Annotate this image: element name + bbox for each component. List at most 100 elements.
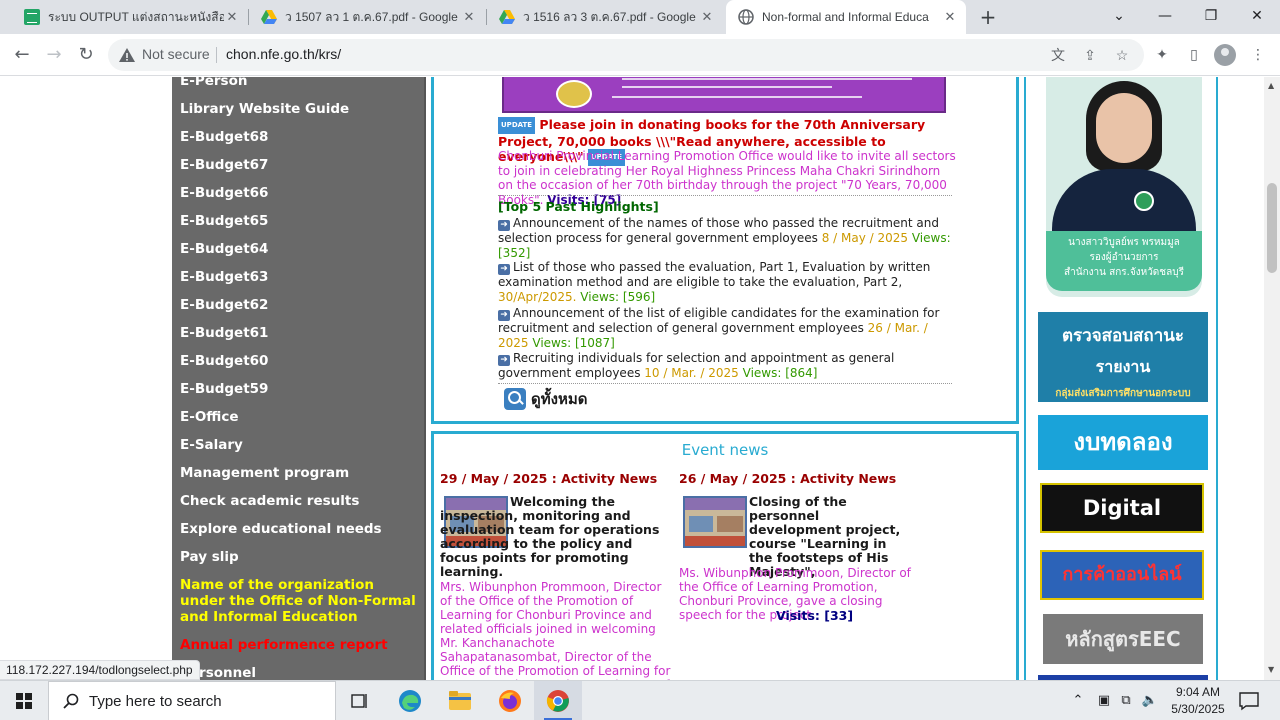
bookmark-star-icon[interactable]: ☆: [1112, 45, 1132, 65]
sidebar-item-e-budget64[interactable]: E-Budget64: [180, 241, 268, 257]
taskbar-search-box[interactable]: Type here to search: [48, 681, 336, 720]
sidebar-item-e-budget60[interactable]: E-Budget60: [180, 353, 268, 369]
tab-search-chevron-icon[interactable]: ⌄: [1096, 0, 1142, 34]
notification-icon[interactable]: [1238, 691, 1260, 711]
scroll-down-icon[interactable]: ▼: [1268, 665, 1274, 674]
sidebar-item-check-results[interactable]: Check academic results: [180, 493, 359, 509]
page-scrollbar[interactable]: ▲ ▼: [1264, 77, 1280, 680]
system-clock[interactable]: 9:04 AM 5/30/2025: [1160, 684, 1236, 718]
extensions-puzzle-icon[interactable]: ✦: [1152, 45, 1172, 65]
banner-text-line: [612, 96, 862, 98]
file-explorer-taskbar-button[interactable]: [436, 681, 484, 720]
more-menu-icon[interactable]: ⋮: [1248, 45, 1268, 65]
profile-position: รองผู้อำนวยการ: [1089, 252, 1159, 263]
task-view-button[interactable]: [336, 681, 384, 720]
sidebar-menu: E-Person Library Website Guide E-Budget6…: [172, 77, 426, 680]
scroll-thumb[interactable]: [1267, 183, 1277, 273]
sidebar-item-e-office[interactable]: E-Office: [180, 409, 239, 425]
sidebar-item-management-program[interactable]: Management program: [180, 465, 349, 481]
url-text[interactable]: chon.nfe.go.th/krs/: [226, 46, 341, 62]
event-title[interactable]: Welcoming the inspection, monitoring and…: [440, 495, 670, 579]
highlight-item[interactable]: ➜ Recruiting individuals for selection an…: [498, 351, 958, 381]
tab-title: ระบบ OUTPUT แต่งสถานะหนังสือ/ราย: [48, 9, 224, 24]
sidebar-item-e-budget68[interactable]: E-Budget68: [180, 129, 268, 145]
forward-arrow-icon[interactable]: →: [40, 41, 68, 69]
tab-drive-1507[interactable]: ว 1507 ลว 1 ต.ค.67.pdf - Google D ✕: [249, 0, 485, 34]
see-all-button[interactable]: ดูทั้งหมด: [504, 387, 587, 411]
sidebar-item-e-salary[interactable]: E-Salary: [180, 437, 243, 453]
highlight-text[interactable]: List of those who passed the evaluation,…: [498, 260, 930, 289]
sidebar-item-e-budget67[interactable]: E-Budget67: [180, 157, 268, 173]
sidebar-item-e-person[interactable]: E-Person: [180, 77, 247, 89]
highlight-item[interactable]: ➜ Announcement of the list of eligible ca…: [498, 306, 958, 350]
project-banner-image[interactable]: [502, 77, 946, 113]
highlight-item[interactable]: ➜ List of those who passed the evaluation…: [498, 260, 958, 304]
emblem-pin-icon: [1134, 191, 1154, 211]
sidebar-item-explore-needs[interactable]: Explore educational needs: [180, 521, 382, 537]
chrome-taskbar-button[interactable]: [534, 681, 582, 720]
digital-literacy-button[interactable]: Digital Literacy: [1040, 483, 1204, 566]
close-icon[interactable]: ✕: [224, 9, 240, 25]
event-news-panel: Event news 29 / May / 2025 : Activity Ne…: [431, 431, 1019, 680]
dotted-divider: [498, 383, 952, 384]
sidebar-item-e-budget66[interactable]: E-Budget66: [180, 185, 268, 201]
edge-taskbar-button[interactable]: [386, 681, 434, 720]
side-panel-icon[interactable]: ▯: [1184, 45, 1204, 65]
tab-drive-1516[interactable]: ว 1516 ลว 3 ต.ค.67.pdf - Google D ✕: [487, 0, 723, 34]
highlight-views: Views: [596]: [580, 289, 656, 304]
firefox-taskbar-button[interactable]: [486, 681, 534, 720]
visit-count: Visits: [33]: [776, 608, 854, 623]
share-icon[interactable]: ⇪: [1080, 45, 1100, 65]
sidebar-item-library-guide[interactable]: Library Website Guide: [180, 101, 349, 117]
browser-toolbar: ← → ↻ Not secure chon.nfe.go.th/krs/ 文 ⇪…: [0, 34, 1280, 76]
sidebar-item-e-budget59[interactable]: E-Budget59: [180, 381, 268, 397]
tab-title: ว 1516 ลว 3 ต.ค.67.pdf - Google D: [523, 9, 699, 24]
address-bar[interactable]: Not secure chon.nfe.go.th/krs/ 文 ⇪ ☆: [108, 39, 1144, 71]
show-hidden-icons-chevron[interactable]: ⌃: [1068, 691, 1088, 711]
profile-avatar-icon[interactable]: [1214, 44, 1236, 66]
translate-icon[interactable]: 文: [1048, 45, 1068, 65]
profile-caption: นางสาววิบูลย์พร พรหมมูล รองผู้อำนวยการ ส…: [1046, 231, 1202, 291]
event-thumbnail[interactable]: [683, 496, 747, 548]
see-all-label: ดูทั้งหมด: [531, 390, 588, 408]
network-icon[interactable]: ⧉: [1116, 691, 1136, 711]
sidebar-item-e-budget61[interactable]: E-Budget61: [180, 325, 268, 341]
check-report-status-button[interactable]: ตรวจสอบสถานะ รายงาน กลุ่มส่งเสริมการศึกษ…: [1038, 312, 1208, 402]
highlight-views: Views: [1087]: [532, 335, 615, 350]
online-commerce-button[interactable]: การค้าออนไลน์: [1040, 550, 1204, 600]
director-profile-card[interactable]: นางสาววิบูลย์พร พรหมมูล รองผู้อำนวยการ ส…: [1046, 77, 1202, 297]
trial-budget-button[interactable]: งบทดลอง: [1038, 415, 1208, 470]
meet-now-icon[interactable]: ▣: [1094, 691, 1114, 711]
sidebar-item-e-budget63[interactable]: E-Budget63: [180, 269, 268, 285]
volume-icon[interactable]: 🔈: [1140, 691, 1160, 711]
event-body: Mrs. Wibunphon Prommoon, Director of the…: [440, 580, 671, 680]
thumb-block: [717, 516, 743, 532]
new-tab-button[interactable]: +: [975, 4, 1001, 30]
close-window-button[interactable]: ✕: [1234, 0, 1280, 34]
highlight-item[interactable]: ➜ Announcement of the names of those who …: [498, 216, 958, 260]
sidebar-item-org-under-nfe[interactable]: Name of the organization under the Offic…: [180, 577, 420, 625]
close-icon[interactable]: ✕: [461, 9, 477, 25]
tab-nfe-active[interactable]: Non-formal and Informal Educa ✕: [726, 0, 966, 34]
sidebar-item-pay-slip[interactable]: Pay slip: [180, 549, 239, 565]
sidebar-item-e-budget65[interactable]: E-Budget65: [180, 213, 268, 229]
banner-text-line: [622, 86, 832, 88]
tab-sheets[interactable]: ระบบ OUTPUT แต่งสถานะหนังสือ/ราย ✕: [12, 0, 248, 34]
thumb-block: [689, 516, 713, 532]
back-arrow-icon[interactable]: ←: [8, 41, 36, 69]
sidebar-item-annual-report[interactable]: Annual performence report: [180, 637, 388, 653]
start-button[interactable]: [0, 681, 48, 720]
close-icon[interactable]: ✕: [942, 9, 958, 25]
close-icon[interactable]: ✕: [699, 9, 715, 25]
reload-icon[interactable]: ↻: [72, 41, 100, 69]
security-label[interactable]: Not secure: [142, 46, 210, 62]
thumb-block: [685, 498, 745, 510]
news-panel: UPDATE Please join in donating books for…: [431, 77, 1019, 424]
profile-office: สำนักงาน สกร.จังหวัดชลบุรี: [1064, 267, 1184, 278]
sidebar-item-e-budget62[interactable]: E-Budget62: [180, 297, 268, 313]
check-status-line3: กลุ่มส่งเสริมการศึกษานอกระบบ: [1055, 388, 1191, 399]
restore-button[interactable]: ❐: [1188, 0, 1234, 34]
scroll-up-icon[interactable]: ▲: [1268, 81, 1274, 90]
eec-course-button[interactable]: หลักสูตรEEC: [1043, 614, 1203, 664]
minimize-button[interactable]: —: [1142, 0, 1188, 34]
